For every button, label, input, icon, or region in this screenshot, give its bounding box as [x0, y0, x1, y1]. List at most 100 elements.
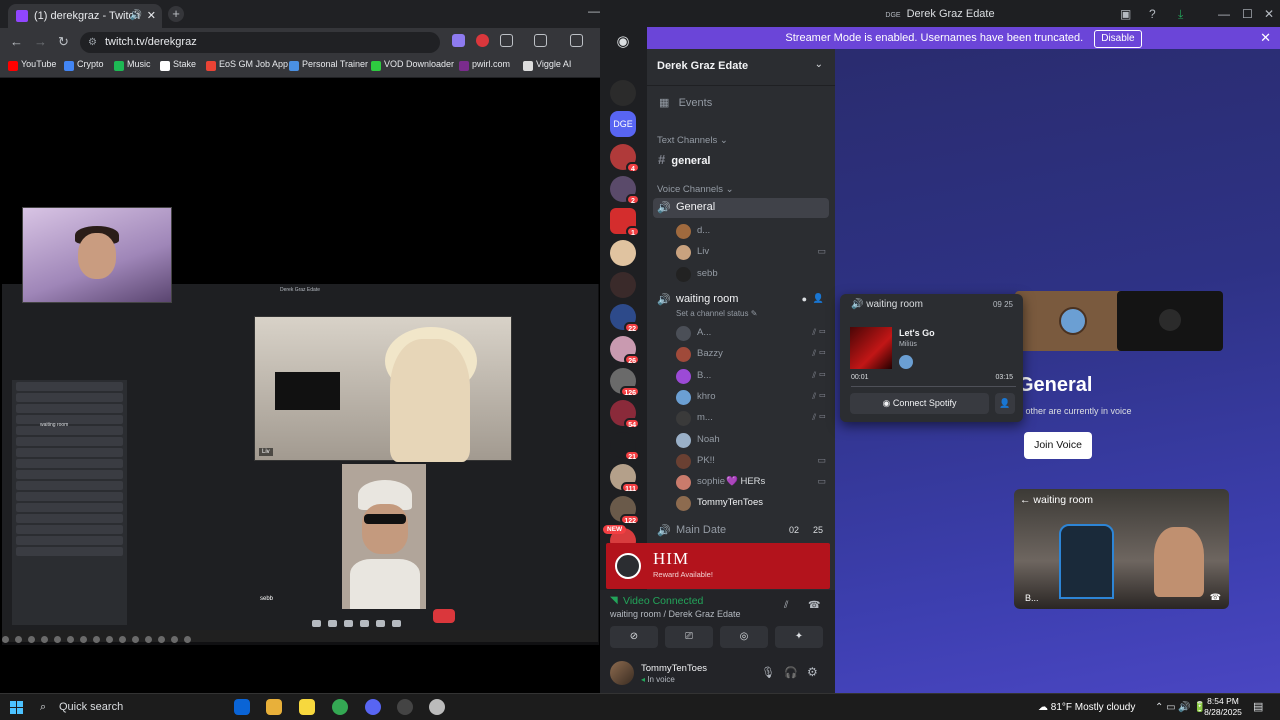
voice-member[interactable]: m... ⫽ ▭ [676, 408, 826, 428]
notification-icon[interactable]: ▤ [1253, 694, 1263, 720]
invite-icon[interactable]: 👤 [813, 293, 824, 304]
connect-spotify-button[interactable]: ◉ Connect Spotify [850, 393, 989, 414]
voice-member[interactable]: d... [676, 221, 826, 241]
start-button[interactable] [10, 701, 23, 714]
minimize-icon[interactable]: — [1218, 0, 1230, 28]
extensions-puzzle-icon[interactable] [500, 34, 513, 47]
server-icon[interactable]: 4 [610, 144, 640, 173]
signal-icon[interactable]: ◥ [610, 595, 618, 606]
app-icon[interactable] [429, 699, 445, 715]
server-icon[interactable]: 1 [610, 208, 640, 237]
help-icon[interactable]: ? [1149, 0, 1156, 28]
close-banner-icon[interactable]: ✕ [1260, 27, 1271, 49]
bookmark-item[interactable]: YouTube [8, 59, 56, 71]
reward-banner[interactable]: HIM Reward Available! [606, 543, 830, 589]
new-tab-button[interactable]: + [168, 6, 184, 22]
invite-icon[interactable]: 👤 [995, 393, 1015, 414]
disconnect-icon[interactable]: ☎ [808, 600, 820, 611]
menu-icon[interactable] [570, 34, 583, 47]
speaker-icon[interactable]: 🔊 [130, 4, 142, 28]
activity-button[interactable]: ◎ [720, 626, 768, 648]
extension-badge-icon[interactable] [476, 34, 489, 47]
server-icon[interactable]: 26 [610, 336, 640, 365]
headphones-icon[interactable]: 🎧 [784, 666, 798, 679]
bookmark-item[interactable]: Stake [160, 59, 196, 71]
sticky-notes-icon[interactable] [299, 699, 315, 715]
server-icon[interactable]: DGE [610, 111, 636, 137]
chat-icon[interactable]: ● [802, 294, 807, 304]
participant-tile-2[interactable] [1117, 291, 1223, 351]
voice-channel-waiting-room[interactable]: 🔊 waiting room ● 👤 [653, 290, 829, 310]
sidepanel-icon[interactable] [534, 34, 547, 47]
bookmark-item[interactable]: VOD Downloader [371, 59, 454, 71]
site-info-icon[interactable]: ⚙ [88, 32, 97, 53]
discord-icon[interactable] [365, 699, 381, 715]
pip-label[interactable]: ← waiting room [1020, 494, 1093, 506]
voice-member[interactable]: B... ⫽ ▭ [676, 366, 826, 386]
maximize-icon[interactable]: ☐ [1242, 0, 1253, 28]
voice-member[interactable]: Bazzy ⫽ ▭ [676, 344, 826, 364]
minimize-icon[interactable]: — [588, 4, 600, 18]
voice-member[interactable]: A... ⫽ ▭ [676, 323, 826, 343]
chevron-down-icon[interactable]: ⌄ [815, 59, 823, 70]
camera-off-button[interactable]: ⊘ [610, 626, 658, 648]
weather-widget[interactable]: ☁ 81°F Mostly cloudy [1038, 694, 1135, 720]
server-icon[interactable]: 122 [610, 496, 640, 525]
twitch-player[interactable]: Derek Graz Edate waiting room Liv sebb [0, 79, 600, 693]
hangup-icon[interactable]: ☎ [1210, 592, 1221, 603]
voice-member[interactable]: sebb [676, 264, 826, 284]
voice-member[interactable]: TommyTenToes [676, 493, 826, 513]
download-icon[interactable]: ⤓ [1178, 0, 1183, 28]
close-icon[interactable]: ✕ [1264, 0, 1274, 28]
voice-member[interactable]: PK!! ▭ [676, 451, 826, 471]
voice-member[interactable]: Noah [676, 430, 826, 450]
server-icon[interactable]: 54 [610, 400, 640, 429]
discord-home-icon[interactable]: ◉ [610, 29, 636, 55]
voice-member[interactable]: sophie 💜 HERs ▭ [676, 472, 826, 492]
tab-twitch[interactable]: (1) derekgraz - Twitch 🔊 ✕ [8, 4, 162, 28]
server-icon[interactable] [610, 272, 636, 298]
events-item[interactable]: ▦ Events [659, 96, 712, 109]
screen-share-icon[interactable]: ▣ [1120, 0, 1131, 28]
category-text-channels[interactable]: Text Channels ⌄ [657, 135, 728, 146]
taskbar-search[interactable]: ⌕ Quick search [35, 697, 225, 718]
address-bar[interactable]: ⚙ twitch.tv/derekgraz [80, 32, 440, 53]
voice-channel-general[interactable]: 🔊 General [653, 198, 829, 218]
stream-video[interactable]: Derek Graz Edate waiting room Liv sebb [2, 284, 599, 645]
server-icon[interactable] [610, 80, 636, 106]
back-icon[interactable]: ← [10, 34, 23, 49]
bookmark-item[interactable]: Crypto [64, 59, 104, 71]
bookmark-item[interactable]: Music [114, 59, 151, 71]
voice-member[interactable]: Liv ▭ [676, 242, 826, 262]
voice-location[interactable]: waiting room / Derek Graz Edate [610, 609, 741, 619]
extension-icon[interactable] [452, 34, 465, 47]
disable-button[interactable]: Disable [1094, 30, 1142, 48]
bookmark-item[interactable]: Viggle AI [523, 59, 571, 71]
server-icon[interactable]: 111 [610, 464, 640, 493]
file-explorer-icon[interactable] [266, 699, 282, 715]
screen-share-button[interactable]: ⎚ [665, 626, 713, 648]
edge-icon[interactable] [234, 699, 250, 715]
channel-general-text[interactable]: # general [658, 152, 711, 167]
server-icon[interactable] [610, 240, 636, 266]
channel-status[interactable]: Set a channel status ✎ [676, 309, 757, 318]
bookmark-item[interactable]: Personal Trainer [289, 59, 368, 71]
bookmark-item[interactable]: EoS GM Job App [206, 59, 288, 71]
participant-tile-1[interactable] [1015, 291, 1131, 351]
voice-member[interactable]: khro ⫽ ▭ [676, 387, 826, 407]
join-voice-button[interactable]: Join Voice [1024, 432, 1092, 459]
category-voice-channels[interactable]: Voice Channels ⌄ [657, 184, 734, 195]
obs-icon[interactable] [397, 699, 413, 715]
avatar[interactable] [610, 661, 634, 685]
mic-icon[interactable]: 🎙 [761, 666, 775, 679]
bookmark-item[interactable]: pwirl.com [459, 59, 510, 71]
voice-channel-main-date[interactable]: 🔊 Main Date 02 25 [653, 521, 829, 541]
server-icon[interactable]: 21 [610, 432, 640, 461]
clock[interactable]: 8:54 PM 8/28/2025 [1199, 696, 1247, 718]
reload-icon[interactable]: ↻ [58, 34, 69, 50]
server-icon[interactable]: 126 [610, 368, 640, 397]
server-icon[interactable]: 22 [610, 304, 640, 333]
gear-icon[interactable]: ⚙ [807, 665, 818, 679]
noise-suppression-icon[interactable]: ⫽ [784, 600, 788, 611]
close-tab-icon[interactable]: ✕ [147, 4, 156, 28]
